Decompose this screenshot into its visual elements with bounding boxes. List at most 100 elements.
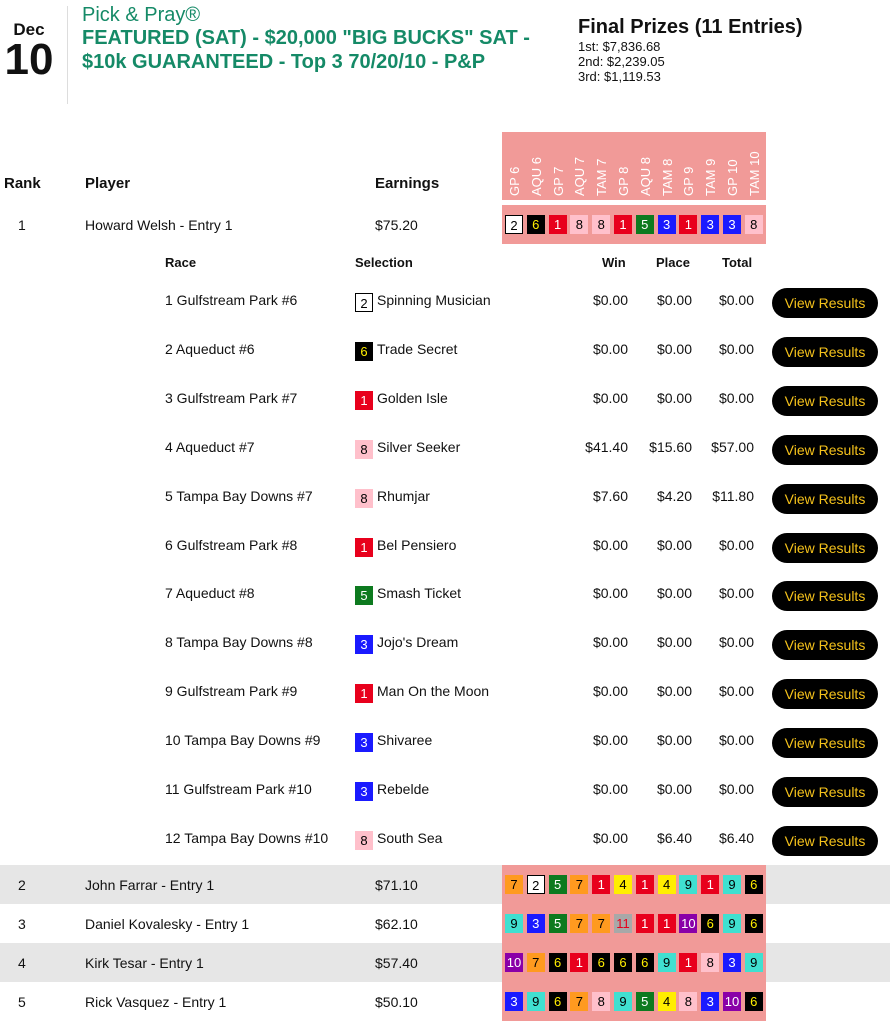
player-row[interactable]: 1 Howard Welsh - Entry 1 $75.20 2 6 1 8 8 1 5 3 1 3 3… — [0, 205, 890, 244]
detail-row: 5 Tampa Bay Downs #7 8 Rhumjar $7.60 $4.20 $1… — [0, 474, 890, 523]
view-results-button[interactable]: View Results — [772, 630, 878, 661]
detail-row: 6 Gulfstream Park #8 1 Bel Pensiero $0.00 $0… — [0, 523, 890, 572]
view-results-button[interactable]: View Results — [772, 728, 878, 759]
detail-row: 4 Aqueduct #7 8 Silver Seeker $41.40 $15.60 $… — [0, 425, 890, 474]
place-amount: $0.00 — [656, 340, 692, 357]
race-column-label: GP 9 — [678, 136, 700, 196]
horse-name: Trade Secret — [377, 340, 458, 357]
pick-badge: 5 — [635, 992, 654, 1011]
pick-badge: 3 — [701, 992, 720, 1011]
race-label: GP 10 — [725, 159, 740, 196]
place-amount: $4.20 — [656, 487, 692, 504]
race-label: GP 7 — [550, 166, 566, 196]
player-name[interactable]: Kirk Tesar - Entry 1 — [85, 955, 204, 971]
place-amount: $0.00 — [656, 634, 692, 651]
horse-name: Golden Isle — [377, 389, 448, 406]
detail-row: 12 Tampa Bay Downs #10 8 South Sea $0.00 $6.… — [0, 816, 890, 865]
view-results-button[interactable]: View Results — [772, 288, 878, 318]
horse-name: South Sea — [377, 829, 443, 846]
win-amount: $0.00 — [592, 292, 628, 308]
selection-badge: 1 — [355, 684, 373, 704]
pick-badge: 8 — [701, 953, 720, 972]
total-amount: $0.00 — [718, 732, 754, 749]
race-column-label: TAM 7 — [591, 136, 613, 196]
horse-name: Spinning Musician — [377, 292, 491, 308]
total-amount: $0.00 — [718, 389, 754, 406]
player-rank: 1 — [18, 217, 26, 233]
view-results-button[interactable]: View Results — [772, 581, 878, 612]
pick-badge: 1 — [548, 215, 567, 234]
pick-badge: 9 — [744, 953, 763, 972]
player-earnings: $71.10 — [375, 877, 418, 893]
pick-badge: 6 — [744, 914, 763, 933]
horse-name: Jojo's Dream — [377, 634, 459, 651]
pick-badge: 8 — [592, 215, 611, 234]
race-label: GP 6 — [507, 166, 522, 196]
view-results-button[interactable]: View Results — [772, 825, 878, 856]
pick-badge: 9 — [679, 875, 698, 894]
pick-badge: 2 — [505, 215, 523, 234]
win-amount: $0.00 — [592, 585, 628, 602]
race-column-label: AQU 7 — [569, 136, 591, 196]
detail-win-header: Win — [602, 255, 626, 270]
pick-badge: 6 — [592, 953, 611, 972]
pick-badge: 11 — [614, 914, 632, 933]
pick-badge: 4 — [657, 992, 676, 1011]
view-results-button[interactable]: View Results — [772, 434, 878, 465]
selection-badge: 8 — [355, 439, 373, 459]
pick-badge: 2 — [526, 875, 545, 894]
view-results-button[interactable]: View Results — [772, 336, 878, 367]
detail-row: 1 Gulfstream Park #6 2 Spinning Musician $0… — [0, 278, 890, 327]
pick-badge: 3 — [723, 953, 741, 972]
player-row[interactable]: 4 Kirk Tesar - Entry 1 $57.40 10 7 6 1 6 6 6 9 1 8 3 9 — [0, 943, 890, 982]
win-amount: $0.00 — [592, 683, 628, 700]
pick-badge: 9 — [723, 875, 741, 894]
earnings-header: Earnings — [375, 175, 440, 192]
pick-badge: 1 — [657, 914, 676, 933]
race-label: TAM 10 — [746, 151, 762, 196]
player-name[interactable]: Howard Welsh - Entry 1 — [85, 217, 233, 233]
win-amount: $0.00 — [592, 634, 628, 651]
pick-badge: 6 — [744, 992, 763, 1011]
picks-strip: 725714149196 — [502, 865, 766, 904]
win-amount: $7.60 — [592, 487, 628, 504]
view-results-button[interactable]: View Results — [772, 483, 878, 514]
detail-selection-header: Selection — [355, 255, 413, 270]
player-name[interactable]: Rick Vasquez - Entry 1 — [85, 994, 226, 1010]
detail-row: 7 Aqueduct #8 5 Smash Ticket $0.00 $0.00 $0.0… — [0, 571, 890, 620]
view-results-button[interactable]: View Results — [772, 777, 878, 807]
pick-badge: 1 — [635, 914, 654, 933]
player-row[interactable]: 3 Daniel Kovalesky - Entry 1 $62.10 9 3 5 7 7 11… — [0, 904, 890, 943]
pick-badge: 6 — [635, 953, 654, 972]
pick-badge: 3 — [657, 215, 676, 234]
pick-badge: 1 — [570, 953, 589, 972]
detail-race: 7 Aqueduct #8 — [165, 585, 255, 602]
player-name[interactable]: John Farrar - Entry 1 — [85, 877, 214, 893]
view-results-button[interactable]: View Results — [772, 679, 878, 710]
place-amount: $15.60 — [649, 438, 692, 455]
horse-name: Shivaree — [377, 732, 433, 749]
pick-badge: 8 — [679, 992, 698, 1011]
pick-badge: 3 — [701, 215, 720, 234]
total-amount: $0.00 — [718, 292, 754, 308]
detail-place-header: Place — [656, 255, 690, 270]
pick-badge: 10 — [679, 914, 698, 933]
race-label: AQU 7 — [572, 156, 588, 196]
player-row[interactable]: 2 John Farrar - Entry 1 $71.10 7 2 5 7 1 4 1 4 9 1 9 6 — [0, 865, 890, 904]
place-amount: $0.00 — [656, 683, 692, 700]
pick-badge: 3 — [505, 992, 523, 1011]
horse-name: Bel Pensiero — [377, 536, 457, 553]
date-block: Dec 10 — [0, 8, 58, 82]
race-label: TAM 8 — [659, 158, 675, 196]
detail-race: 12 Tampa Bay Downs #10 — [165, 829, 329, 846]
total-amount: $0.00 — [718, 340, 754, 357]
player-row[interactable]: 5 Rick Vasquez - Entry 1 $50.10 3 9 6 7 8 9 5 4 8 3 1… — [0, 982, 890, 1021]
selection-badge: 8 — [355, 488, 373, 508]
view-results-button[interactable]: View Results — [772, 385, 878, 416]
player-header: Player — [85, 175, 131, 192]
detail-race-header: Race — [165, 255, 197, 270]
player-name[interactable]: Daniel Kovalesky - Entry 1 — [85, 916, 249, 932]
detail-row: 10 Tampa Bay Downs #9 3 Shivaree $0.00 $0.00… — [0, 718, 890, 767]
win-amount: $0.00 — [592, 829, 628, 846]
view-results-button[interactable]: View Results — [772, 532, 878, 563]
